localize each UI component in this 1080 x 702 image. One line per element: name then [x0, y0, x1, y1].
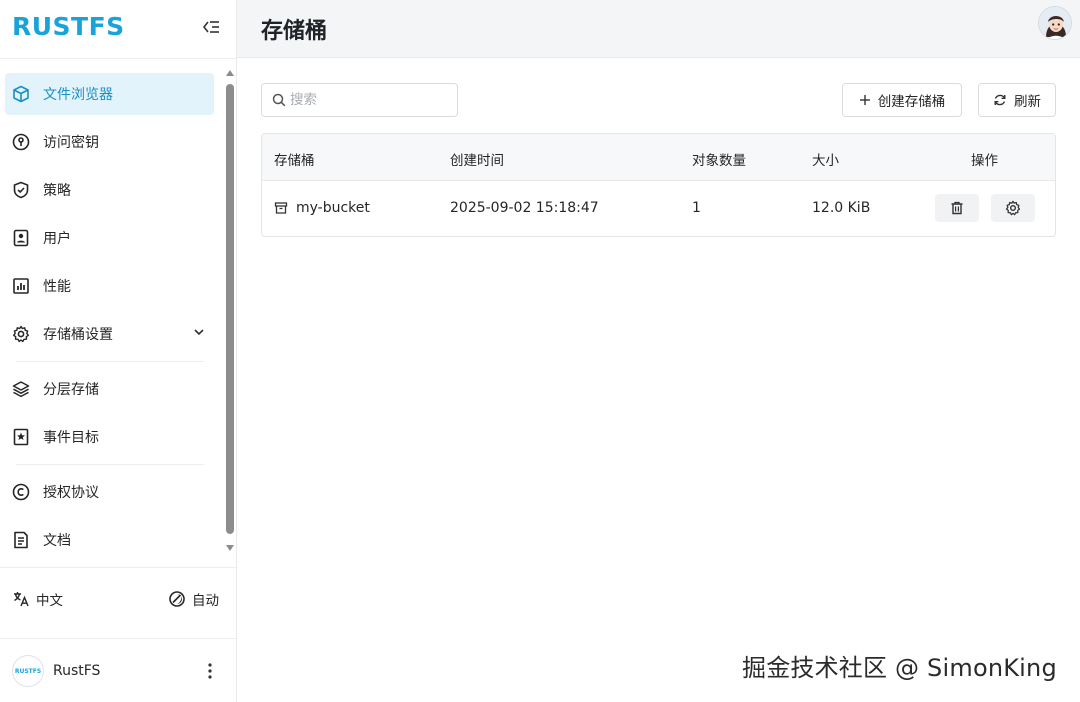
- column-header-objects[interactable]: 对象数量: [692, 149, 746, 169]
- language-switch-button[interactable]: 中文: [12, 586, 63, 612]
- search-icon: [272, 93, 286, 107]
- gear-icon: [11, 324, 31, 344]
- trash-icon: [951, 201, 963, 215]
- sidebar-item-file-browser[interactable]: 文件浏览器: [5, 73, 214, 115]
- more-options-button[interactable]: [200, 658, 220, 684]
- sidebar-item-label: 分层存储: [43, 382, 99, 398]
- cube-icon: [11, 84, 31, 104]
- layers-icon: [11, 379, 31, 399]
- theme-auto-icon: [169, 591, 185, 607]
- bucket-archive-icon: [274, 201, 288, 215]
- bucket-settings-button[interactable]: [991, 194, 1035, 222]
- sidebar-item-event-targets[interactable]: 事件目标: [5, 416, 214, 458]
- vertical-dots-icon: [208, 663, 212, 679]
- sidebar-item-label: 访问密钥: [43, 135, 99, 151]
- user-profile[interactable]: RUSTFS RustFS: [12, 654, 224, 688]
- create-bucket-label: 创建存储桶: [877, 94, 946, 110]
- divider: [0, 58, 236, 59]
- bucket-name[interactable]: my-bucket: [296, 200, 370, 216]
- key-circle-icon: [11, 132, 31, 152]
- user-avatar[interactable]: [1038, 6, 1072, 40]
- shield-check-icon: [11, 180, 31, 200]
- sidebar-item-access-keys[interactable]: 访问密钥: [5, 121, 214, 163]
- chevron-down-icon: [192, 325, 206, 343]
- sidebar-item-docs[interactable]: 文档: [5, 519, 214, 561]
- sidebar-item-label: 性能: [43, 279, 71, 295]
- user-name: RustFS: [53, 663, 101, 679]
- scroll-up-arrow-icon[interactable]: [226, 70, 234, 76]
- sidebar: RUSTFS 文件浏览器 访问密钥 策略 用户 性能 存储桶设置 分层存储 事件…: [0, 0, 237, 702]
- sidebar-item-license[interactable]: 授权协议: [5, 471, 214, 513]
- create-bucket-button[interactable]: 创建存储桶: [842, 83, 962, 117]
- sidebar-item-performance[interactable]: 性能: [5, 265, 214, 307]
- sidebar-scrollbar[interactable]: [224, 66, 236, 562]
- table-header: 存储桶 创建时间 对象数量 大小 操作: [262, 134, 1055, 181]
- document-icon: [11, 530, 31, 550]
- collapse-icon: [202, 21, 219, 33]
- avatar-portrait-icon: [1039, 7, 1071, 39]
- sidebar-item-bucket-settings[interactable]: 存储桶设置: [5, 313, 214, 355]
- search-input-wrapper[interactable]: [261, 83, 458, 117]
- sidebar-item-policies[interactable]: 策略: [5, 169, 214, 211]
- theme-label: 自动: [192, 593, 219, 609]
- column-header-bucket[interactable]: 存储桶: [274, 149, 315, 169]
- language-label: 中文: [36, 593, 63, 609]
- star-bookmark-icon: [11, 427, 31, 447]
- theme-switch-button[interactable]: 自动: [168, 586, 219, 612]
- divider: [16, 361, 204, 362]
- refresh-button[interactable]: 刷新: [978, 83, 1056, 117]
- collapse-sidebar-button[interactable]: [198, 15, 224, 39]
- column-header-actions: 操作: [971, 153, 998, 169]
- user-card-icon: [11, 228, 31, 248]
- buckets-table: 存储桶 创建时间 对象数量 大小 操作 my-bucket 2025-09-02…: [261, 133, 1056, 237]
- sidebar-item-label: 事件目标: [43, 430, 99, 446]
- sidebar-nav: 文件浏览器 访问密钥 策略 用户 性能 存储桶设置 分层存储 事件目标 授权协议…: [0, 66, 236, 562]
- page-title: 存储桶: [261, 19, 328, 44]
- sidebar-item-tiering[interactable]: 分层存储: [5, 368, 214, 410]
- avatar: RUSTFS: [12, 655, 44, 687]
- size-cell: 12.0 KiB: [812, 200, 871, 216]
- watermark: 掘金技术社区 @ SimonKing: [742, 654, 1057, 682]
- divider: [0, 567, 236, 568]
- bucket-name-cell[interactable]: my-bucket: [274, 200, 370, 216]
- sidebar-item-label: 存储桶设置: [43, 327, 113, 343]
- object-count-cell: 1: [692, 200, 701, 216]
- translate-icon: [14, 592, 29, 607]
- divider: [16, 464, 204, 465]
- bar-chart-icon: [11, 276, 31, 296]
- sidebar-item-label: 授权协议: [43, 485, 99, 501]
- scroll-down-arrow-icon[interactable]: [226, 545, 234, 551]
- sidebar-item-label: 文件浏览器: [43, 87, 113, 103]
- delete-bucket-button[interactable]: [935, 194, 979, 222]
- scrollbar-thumb[interactable]: [226, 84, 234, 534]
- column-header-size[interactable]: 大小: [812, 149, 839, 169]
- column-header-created[interactable]: 创建时间: [450, 149, 504, 169]
- refresh-label: 刷新: [1014, 94, 1041, 110]
- created-time-cell: 2025-09-02 15:18:47: [450, 200, 599, 216]
- refresh-icon: [993, 93, 1007, 107]
- gear-icon: [1005, 200, 1021, 216]
- sidebar-item-label: 文档: [43, 533, 71, 549]
- divider: [0, 638, 236, 639]
- brand-logo[interactable]: RUSTFS: [12, 12, 125, 42]
- sidebar-item-label: 用户: [43, 231, 71, 247]
- plus-icon: [859, 94, 871, 106]
- top-bar: 存储桶: [237, 0, 1080, 58]
- table-row[interactable]: my-bucket 2025-09-02 15:18:47 1 12.0 KiB: [262, 182, 1055, 236]
- copyright-icon: [11, 482, 31, 502]
- search-input[interactable]: [290, 92, 440, 108]
- sidebar-item-label: 策略: [43, 183, 71, 199]
- sidebar-item-users[interactable]: 用户: [5, 217, 214, 259]
